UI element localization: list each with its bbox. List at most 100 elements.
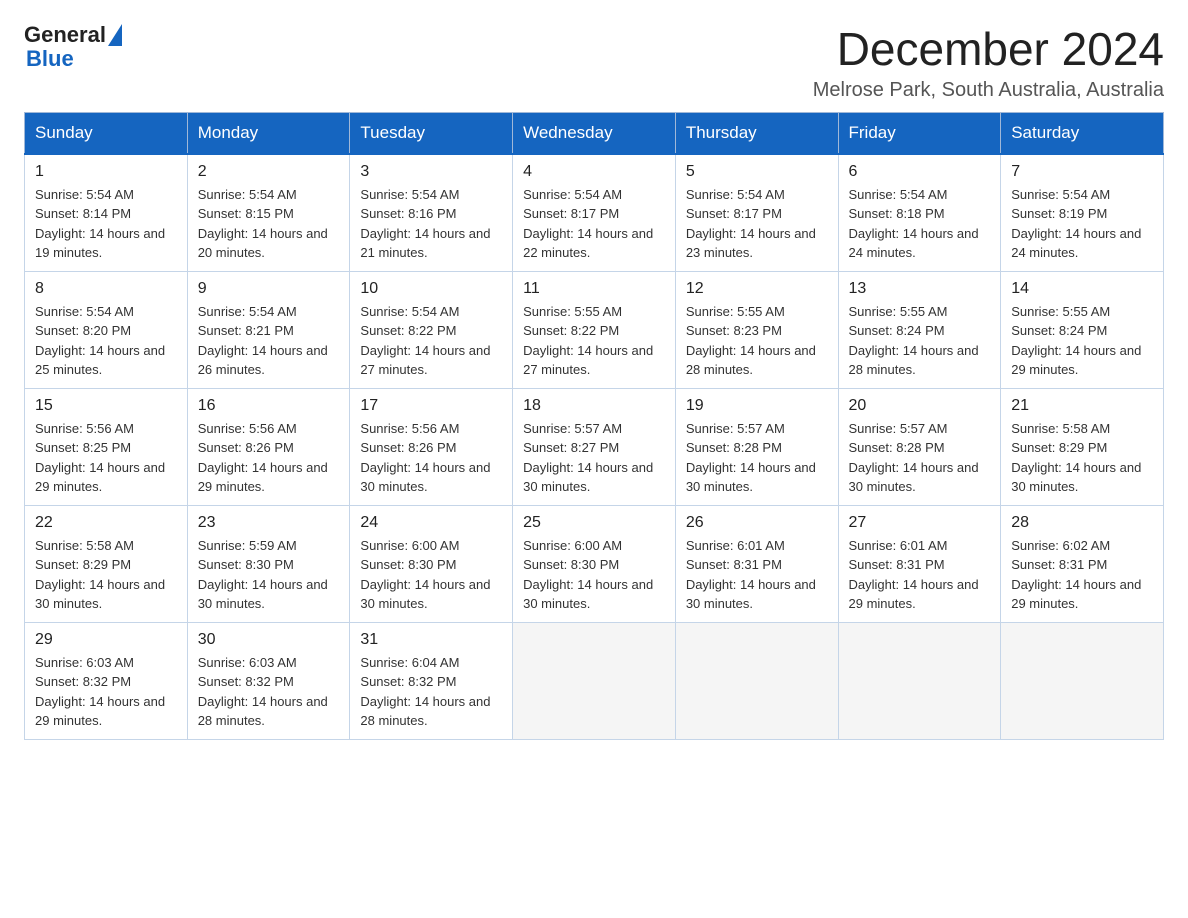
day-info: Sunrise: 6:02 AMSunset: 8:31 PMDaylight:… bbox=[1011, 538, 1141, 612]
day-number: 10 bbox=[360, 280, 502, 298]
day-number: 27 bbox=[849, 514, 991, 532]
day-number: 28 bbox=[1011, 514, 1153, 532]
day-number: 26 bbox=[686, 514, 828, 532]
weekday-header-monday: Monday bbox=[187, 112, 350, 154]
day-info: Sunrise: 5:54 AMSunset: 8:18 PMDaylight:… bbox=[849, 187, 979, 261]
calendar-week-row: 15 Sunrise: 5:56 AMSunset: 8:25 PMDaylig… bbox=[25, 388, 1164, 505]
title-block: December 2024 Melrose Park, South Austra… bbox=[813, 24, 1164, 102]
day-info: Sunrise: 5:54 AMSunset: 8:22 PMDaylight:… bbox=[360, 304, 490, 378]
calendar-day-cell: 20 Sunrise: 5:57 AMSunset: 8:28 PMDaylig… bbox=[838, 388, 1001, 505]
day-info: Sunrise: 5:54 AMSunset: 8:16 PMDaylight:… bbox=[360, 187, 490, 261]
calendar-day-cell: 19 Sunrise: 5:57 AMSunset: 8:28 PMDaylig… bbox=[675, 388, 838, 505]
calendar-day-cell: 8 Sunrise: 5:54 AMSunset: 8:20 PMDayligh… bbox=[25, 271, 188, 388]
page-header: General Blue December 2024 Melrose Park,… bbox=[24, 24, 1164, 102]
day-info: Sunrise: 5:57 AMSunset: 8:28 PMDaylight:… bbox=[686, 421, 816, 495]
calendar-day-cell: 31 Sunrise: 6:04 AMSunset: 8:32 PMDaylig… bbox=[350, 622, 513, 739]
calendar-day-cell: 13 Sunrise: 5:55 AMSunset: 8:24 PMDaylig… bbox=[838, 271, 1001, 388]
calendar-day-cell: 10 Sunrise: 5:54 AMSunset: 8:22 PMDaylig… bbox=[350, 271, 513, 388]
calendar-day-cell: 1 Sunrise: 5:54 AMSunset: 8:14 PMDayligh… bbox=[25, 154, 188, 272]
day-info: Sunrise: 5:57 AMSunset: 8:27 PMDaylight:… bbox=[523, 421, 653, 495]
calendar-day-cell: 9 Sunrise: 5:54 AMSunset: 8:21 PMDayligh… bbox=[187, 271, 350, 388]
day-number: 12 bbox=[686, 280, 828, 298]
calendar-day-cell: 17 Sunrise: 5:56 AMSunset: 8:26 PMDaylig… bbox=[350, 388, 513, 505]
day-info: Sunrise: 6:04 AMSunset: 8:32 PMDaylight:… bbox=[360, 655, 490, 729]
day-number: 8 bbox=[35, 280, 177, 298]
day-info: Sunrise: 5:58 AMSunset: 8:29 PMDaylight:… bbox=[35, 538, 165, 612]
calendar-day-cell: 2 Sunrise: 5:54 AMSunset: 8:15 PMDayligh… bbox=[187, 154, 350, 272]
calendar-day-cell: 30 Sunrise: 6:03 AMSunset: 8:32 PMDaylig… bbox=[187, 622, 350, 739]
day-number: 17 bbox=[360, 397, 502, 415]
weekday-header-friday: Friday bbox=[838, 112, 1001, 154]
day-info: Sunrise: 6:03 AMSunset: 8:32 PMDaylight:… bbox=[198, 655, 328, 729]
calendar-day-cell: 7 Sunrise: 5:54 AMSunset: 8:19 PMDayligh… bbox=[1001, 154, 1164, 272]
day-number: 1 bbox=[35, 163, 177, 181]
calendar-day-cell: 28 Sunrise: 6:02 AMSunset: 8:31 PMDaylig… bbox=[1001, 505, 1164, 622]
day-number: 15 bbox=[35, 397, 177, 415]
calendar-day-cell: 15 Sunrise: 5:56 AMSunset: 8:25 PMDaylig… bbox=[25, 388, 188, 505]
weekday-header-tuesday: Tuesday bbox=[350, 112, 513, 154]
calendar-day-cell bbox=[513, 622, 676, 739]
calendar-week-row: 1 Sunrise: 5:54 AMSunset: 8:14 PMDayligh… bbox=[25, 154, 1164, 272]
calendar-day-cell bbox=[675, 622, 838, 739]
calendar-day-cell: 18 Sunrise: 5:57 AMSunset: 8:27 PMDaylig… bbox=[513, 388, 676, 505]
day-number: 29 bbox=[35, 631, 177, 649]
calendar-week-row: 22 Sunrise: 5:58 AMSunset: 8:29 PMDaylig… bbox=[25, 505, 1164, 622]
day-number: 7 bbox=[1011, 163, 1153, 181]
calendar-day-cell: 16 Sunrise: 5:56 AMSunset: 8:26 PMDaylig… bbox=[187, 388, 350, 505]
day-info: Sunrise: 5:58 AMSunset: 8:29 PMDaylight:… bbox=[1011, 421, 1141, 495]
day-number: 22 bbox=[35, 514, 177, 532]
day-info: Sunrise: 5:56 AMSunset: 8:25 PMDaylight:… bbox=[35, 421, 165, 495]
calendar-day-cell: 4 Sunrise: 5:54 AMSunset: 8:17 PMDayligh… bbox=[513, 154, 676, 272]
day-number: 30 bbox=[198, 631, 340, 649]
day-info: Sunrise: 6:00 AMSunset: 8:30 PMDaylight:… bbox=[360, 538, 490, 612]
calendar-day-cell bbox=[1001, 622, 1164, 739]
day-info: Sunrise: 5:54 AMSunset: 8:14 PMDaylight:… bbox=[35, 187, 165, 261]
calendar-day-cell: 23 Sunrise: 5:59 AMSunset: 8:30 PMDaylig… bbox=[187, 505, 350, 622]
day-number: 16 bbox=[198, 397, 340, 415]
day-number: 31 bbox=[360, 631, 502, 649]
calendar-day-cell: 3 Sunrise: 5:54 AMSunset: 8:16 PMDayligh… bbox=[350, 154, 513, 272]
day-info: Sunrise: 5:59 AMSunset: 8:30 PMDaylight:… bbox=[198, 538, 328, 612]
day-info: Sunrise: 6:01 AMSunset: 8:31 PMDaylight:… bbox=[686, 538, 816, 612]
logo-triangle-icon bbox=[108, 24, 122, 46]
day-info: Sunrise: 5:54 AMSunset: 8:19 PMDaylight:… bbox=[1011, 187, 1141, 261]
calendar-day-cell: 14 Sunrise: 5:55 AMSunset: 8:24 PMDaylig… bbox=[1001, 271, 1164, 388]
calendar-day-cell: 24 Sunrise: 6:00 AMSunset: 8:30 PMDaylig… bbox=[350, 505, 513, 622]
logo-blue-text: Blue bbox=[26, 46, 74, 71]
calendar-day-cell: 22 Sunrise: 5:58 AMSunset: 8:29 PMDaylig… bbox=[25, 505, 188, 622]
day-info: Sunrise: 6:03 AMSunset: 8:32 PMDaylight:… bbox=[35, 655, 165, 729]
weekday-header-row: SundayMondayTuesdayWednesdayThursdayFrid… bbox=[25, 112, 1164, 154]
calendar-day-cell: 27 Sunrise: 6:01 AMSunset: 8:31 PMDaylig… bbox=[838, 505, 1001, 622]
day-number: 2 bbox=[198, 163, 340, 181]
day-number: 3 bbox=[360, 163, 502, 181]
weekday-header-saturday: Saturday bbox=[1001, 112, 1164, 154]
day-info: Sunrise: 5:54 AMSunset: 8:15 PMDaylight:… bbox=[198, 187, 328, 261]
day-number: 20 bbox=[849, 397, 991, 415]
weekday-header-sunday: Sunday bbox=[25, 112, 188, 154]
day-info: Sunrise: 6:01 AMSunset: 8:31 PMDaylight:… bbox=[849, 538, 979, 612]
day-number: 19 bbox=[686, 397, 828, 415]
calendar-day-cell: 21 Sunrise: 5:58 AMSunset: 8:29 PMDaylig… bbox=[1001, 388, 1164, 505]
main-title: December 2024 bbox=[813, 24, 1164, 75]
calendar-table: SundayMondayTuesdayWednesdayThursdayFrid… bbox=[24, 112, 1164, 740]
day-info: Sunrise: 5:54 AMSunset: 8:20 PMDaylight:… bbox=[35, 304, 165, 378]
day-number: 24 bbox=[360, 514, 502, 532]
calendar-day-cell: 12 Sunrise: 5:55 AMSunset: 8:23 PMDaylig… bbox=[675, 271, 838, 388]
weekday-header-wednesday: Wednesday bbox=[513, 112, 676, 154]
day-info: Sunrise: 5:56 AMSunset: 8:26 PMDaylight:… bbox=[360, 421, 490, 495]
day-info: Sunrise: 6:00 AMSunset: 8:30 PMDaylight:… bbox=[523, 538, 653, 612]
calendar-day-cell: 29 Sunrise: 6:03 AMSunset: 8:32 PMDaylig… bbox=[25, 622, 188, 739]
calendar-day-cell bbox=[838, 622, 1001, 739]
day-number: 6 bbox=[849, 163, 991, 181]
calendar-day-cell: 26 Sunrise: 6:01 AMSunset: 8:31 PMDaylig… bbox=[675, 505, 838, 622]
calendar-day-cell: 6 Sunrise: 5:54 AMSunset: 8:18 PMDayligh… bbox=[838, 154, 1001, 272]
day-info: Sunrise: 5:54 AMSunset: 8:17 PMDaylight:… bbox=[686, 187, 816, 261]
day-number: 13 bbox=[849, 280, 991, 298]
calendar-week-row: 8 Sunrise: 5:54 AMSunset: 8:20 PMDayligh… bbox=[25, 271, 1164, 388]
day-number: 11 bbox=[523, 280, 665, 298]
day-number: 4 bbox=[523, 163, 665, 181]
weekday-header-thursday: Thursday bbox=[675, 112, 838, 154]
day-number: 21 bbox=[1011, 397, 1153, 415]
day-info: Sunrise: 5:54 AMSunset: 8:17 PMDaylight:… bbox=[523, 187, 653, 261]
day-info: Sunrise: 5:55 AMSunset: 8:24 PMDaylight:… bbox=[1011, 304, 1141, 378]
